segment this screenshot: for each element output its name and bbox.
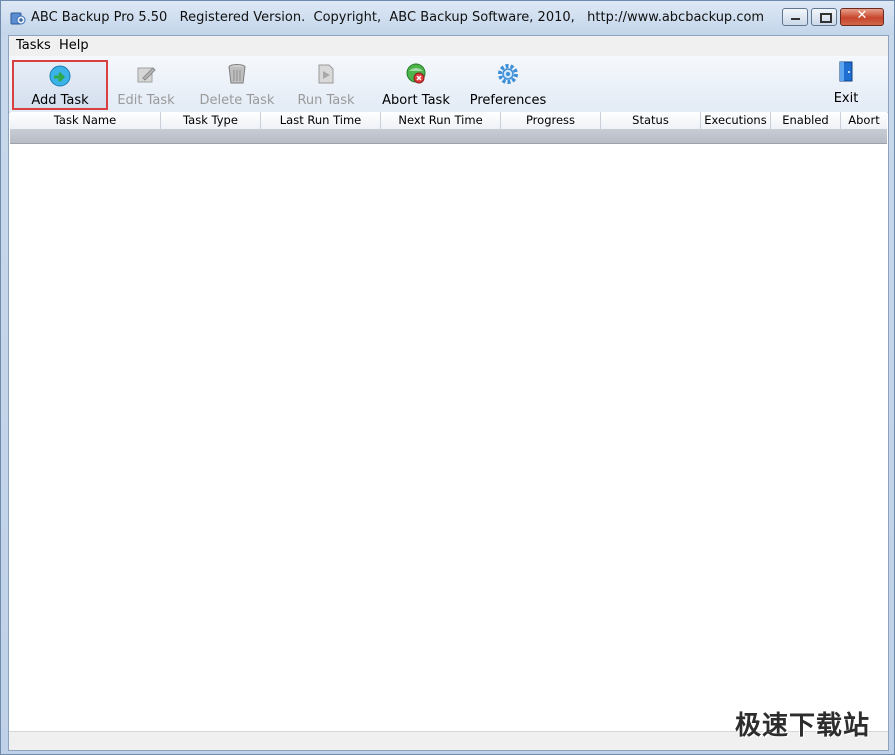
- title-bar[interactable]: ABC Backup Pro 5.50 Registered Version. …: [1, 1, 894, 35]
- maximize-button[interactable]: [811, 8, 837, 26]
- gear-icon: [498, 64, 518, 84]
- exit-button[interactable]: Exit: [827, 58, 865, 108]
- column-header-last-run-time[interactable]: Last Run Time: [261, 112, 381, 129]
- edit-task-label: Edit Task: [117, 93, 175, 108]
- add-task-icon: [49, 65, 71, 87]
- maximize-icon: [820, 13, 832, 23]
- column-header-enabled[interactable]: Enabled: [771, 112, 841, 129]
- preferences-button[interactable]: Preferences: [469, 60, 547, 110]
- window-title: ABC Backup Pro 5.50 Registered Version. …: [31, 10, 765, 25]
- menu-bar: Tasks Help: [9, 36, 888, 56]
- exit-label: Exit: [833, 91, 859, 106]
- add-task-button[interactable]: Add Task: [12, 60, 108, 110]
- delete-task-button[interactable]: Delete Task: [196, 60, 278, 110]
- edit-task-button[interactable]: Edit Task: [112, 60, 180, 110]
- app-window: ABC Backup Pro 5.50 Registered Version. …: [0, 0, 895, 755]
- toolbar: Add Task Edit Task Delete Task Run Task …: [9, 56, 888, 113]
- column-header-next-run-time[interactable]: Next Run Time: [381, 112, 501, 129]
- task-grid-header: Task Name Task Type Last Run Time Next R…: [10, 112, 887, 130]
- minimize-button[interactable]: [782, 8, 808, 26]
- abort-task-icon: [406, 63, 426, 84]
- preferences-label: Preferences: [469, 93, 547, 108]
- edit-task-icon: [137, 67, 156, 83]
- close-icon: ✕: [856, 8, 868, 23]
- column-header-executions[interactable]: Executions: [701, 112, 771, 129]
- add-task-label: Add Task: [31, 93, 89, 108]
- column-header-progress[interactable]: Progress: [501, 112, 601, 129]
- minimize-icon: [791, 18, 800, 20]
- column-header-task-name[interactable]: Task Name: [10, 112, 161, 129]
- menu-help[interactable]: Help: [59, 38, 89, 53]
- abort-task-label: Abort Task: [382, 93, 450, 108]
- delete-task-label: Delete Task: [199, 93, 275, 108]
- trash-icon: [228, 64, 246, 84]
- column-header-status[interactable]: Status: [601, 112, 701, 129]
- exit-door-icon: [839, 61, 853, 82]
- close-button[interactable]: ✕: [840, 8, 884, 26]
- app-icon: [10, 12, 26, 25]
- client-area: Tasks Help Add Task Edit Task Delete Tas…: [8, 35, 889, 751]
- run-task-button[interactable]: Run Task: [293, 60, 359, 110]
- column-header-abort[interactable]: Abort: [841, 112, 887, 129]
- abort-task-button[interactable]: Abort Task: [380, 60, 452, 110]
- run-task-icon: [318, 64, 334, 84]
- watermark-text: 极速下载站: [734, 711, 870, 741]
- task-grid-empty-row[interactable]: [10, 129, 887, 144]
- column-header-task-type[interactable]: Task Type: [161, 112, 261, 129]
- run-task-label: Run Task: [297, 93, 355, 108]
- menu-tasks[interactable]: Tasks: [16, 38, 51, 53]
